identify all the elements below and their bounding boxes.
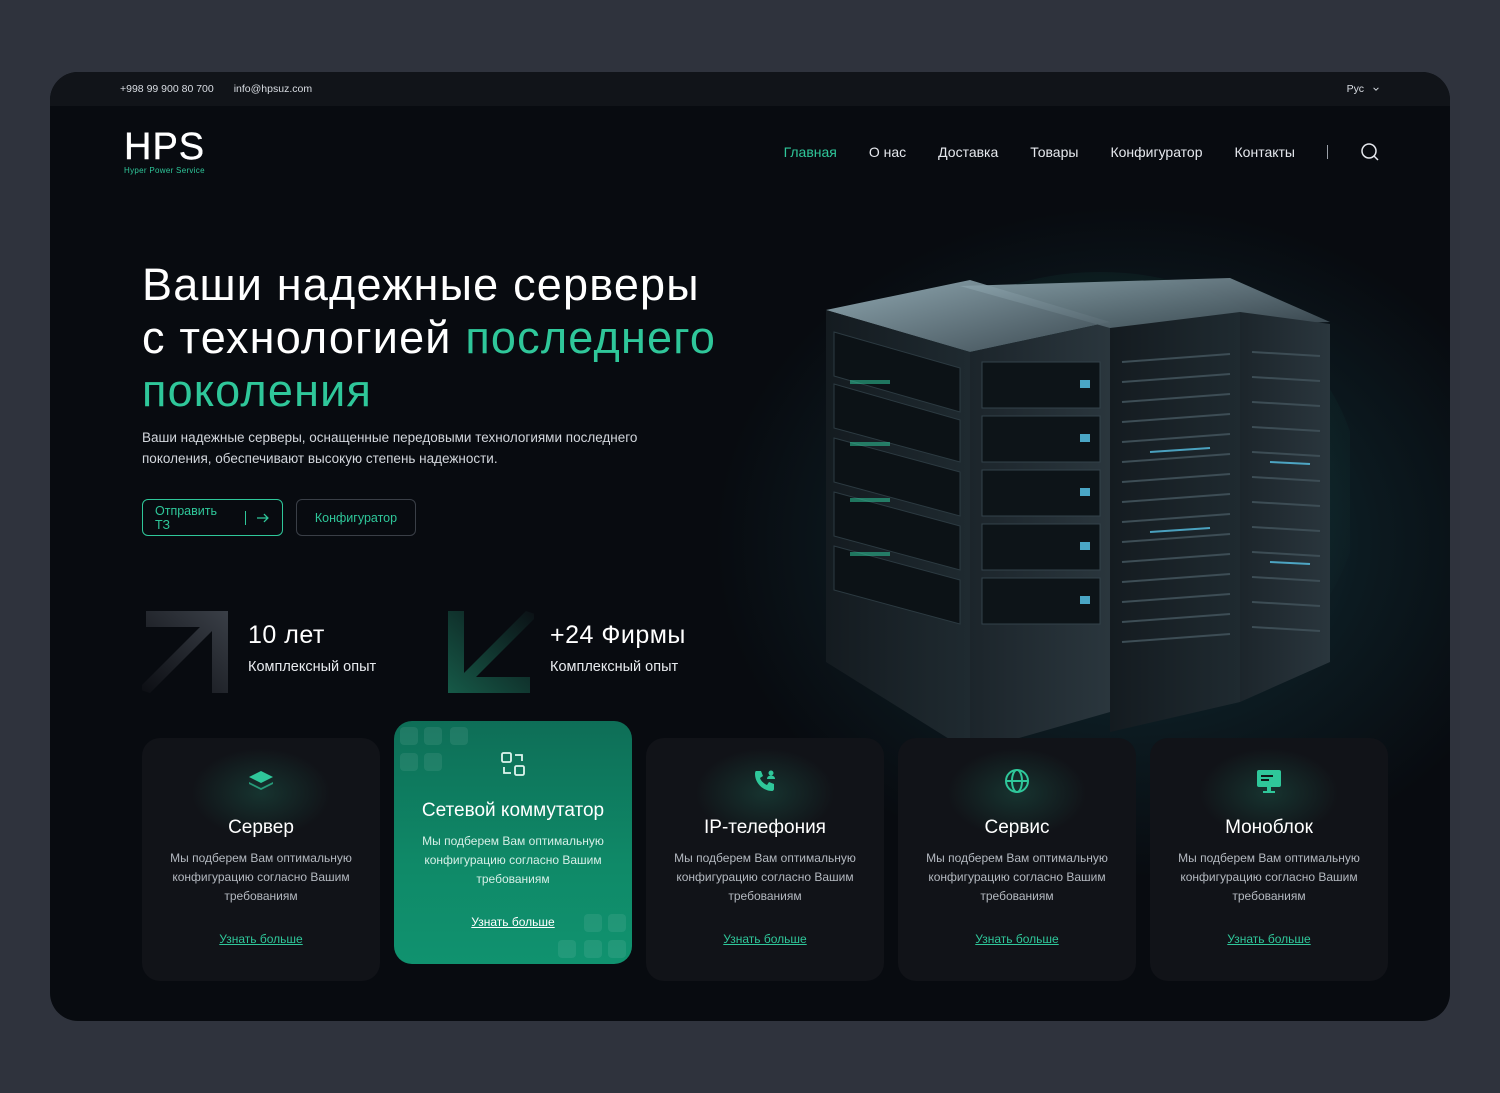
nav-item-products[interactable]: Товары (1030, 144, 1078, 160)
logo[interactable]: HPS Hyper Power Service (124, 125, 234, 175)
stat-companies: +24 Фирмы Комплексный опыт (444, 607, 686, 697)
card-service[interactable]: Сервис Мы подберем Вам оптимальную конфи… (898, 738, 1136, 981)
search-icon[interactable] (1360, 142, 1380, 162)
hero-title: Ваши надежные серверы с технологией посл… (142, 258, 782, 417)
language-label: Рус (1346, 83, 1364, 95)
nav-item-delivery[interactable]: Доставка (938, 144, 998, 160)
hero-title-accent2: поколения (142, 365, 373, 416)
service-cards: Сервер Мы подберем Вам оптимальную конфи… (142, 721, 1392, 982)
learn-more-link[interactable]: Узнать больше (471, 915, 554, 929)
monitor-icon (1257, 770, 1281, 793)
main-nav: HPS Hyper Power Service Главная О нас До… (124, 125, 1380, 175)
globe-icon (1005, 769, 1029, 793)
logo-tagline: Hyper Power Service (124, 165, 205, 175)
chevron-down-icon (1373, 87, 1379, 91)
arrow-right-icon (257, 513, 269, 522)
card-title: IP-телефония (704, 817, 826, 838)
server-rack-image (826, 272, 1350, 752)
switch-icon (501, 752, 525, 776)
card-monoblock[interactable]: Моноблок Мы подберем Вам оптимальную кон… (1150, 738, 1388, 981)
card-server[interactable]: Сервер Мы подберем Вам оптимальную конфи… (142, 738, 380, 981)
learn-more-link[interactable]: Узнать больше (219, 932, 302, 946)
card-ip-telephony[interactable]: IP-телефония Мы подберем Вам оптимальную… (646, 738, 884, 981)
nav-item-about[interactable]: О нас (869, 144, 906, 160)
hero-title-line1: Ваши надежные серверы (142, 259, 700, 310)
arrow-up-right-icon (142, 611, 228, 693)
language-select[interactable]: Рус (1347, 83, 1380, 95)
card-description: Мы подберем Вам оптимальную конфигурацию… (422, 834, 604, 886)
email-link[interactable]: info@hpsuz.com (234, 83, 312, 95)
card-network-switch[interactable]: Сетевой коммутатор Мы подберем Вам оптим… (394, 721, 632, 964)
card-description: Мы подберем Вам оптимальную конфигурацию… (1178, 851, 1360, 903)
card-title: Моноблок (1225, 817, 1313, 838)
learn-more-link[interactable]: Узнать больше (975, 932, 1058, 946)
arrow-down-left-icon (448, 611, 534, 693)
card-title: Сетевой коммутатор (421, 800, 605, 821)
nav-menu: Главная О нас Доставка Товары Конфигурат… (784, 142, 1380, 162)
stat-value: +24 Фирмы (550, 621, 686, 649)
learn-more-link[interactable]: Узнать больше (723, 932, 806, 946)
stat-experience: 10 лет Комплексный опыт (142, 607, 376, 697)
hero-title-line2: с технологией (142, 312, 466, 363)
card-description: Мы подберем Вам оптимальную конфигурацию… (674, 851, 856, 903)
card-title: Сервер (228, 817, 294, 838)
nav-item-home[interactable]: Главная (784, 144, 837, 160)
send-spec-label: Отправить ТЗ (155, 503, 217, 532)
logo-mark: HPS (124, 125, 206, 168)
learn-more-link[interactable]: Узнать больше (1227, 932, 1310, 946)
card-description: Мы подберем Вам оптимальную конфигурацию… (926, 851, 1108, 903)
card-title: Сервис (984, 817, 1050, 838)
send-spec-button[interactable]: Отправить ТЗ (142, 499, 283, 536)
layers-icon (249, 771, 273, 790)
phone-user-icon (755, 770, 775, 791)
stat-value: 10 лет (248, 621, 325, 649)
stat-label: Комплексный опыт (248, 659, 377, 675)
phone-link[interactable]: +998 99 900 80 700 (120, 83, 214, 95)
button-divider (245, 510, 247, 525)
hero-title-accent1: последнего (465, 312, 717, 363)
hero-description: Ваши надежные серверы, оснащенные передо… (142, 430, 638, 466)
nav-divider (1327, 145, 1328, 159)
configurator-label: Конфигуратор (314, 510, 398, 525)
stat-label: Комплексный опыт (550, 659, 679, 675)
card-description: Мы подберем Вам оптимальную конфигурацию… (170, 851, 352, 903)
configurator-button[interactable]: Конфигуратор (296, 499, 416, 536)
nav-item-contacts[interactable]: Контакты (1235, 144, 1295, 160)
top-bar: +998 99 900 80 700 info@hpsuz.com Рус (50, 72, 1450, 106)
page-frame: +998 99 900 80 700 info@hpsuz.com Рус HP… (50, 72, 1450, 1021)
nav-item-configurator[interactable]: Конфигуратор (1110, 144, 1202, 160)
